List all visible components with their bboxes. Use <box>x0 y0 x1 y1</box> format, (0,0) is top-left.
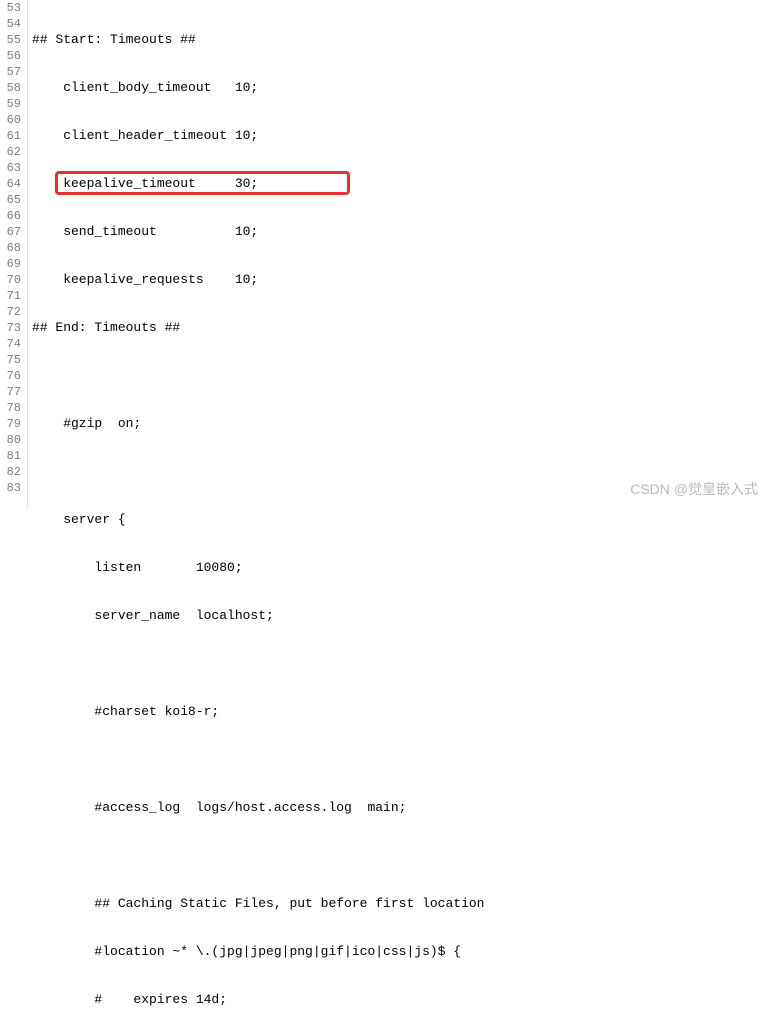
code-area[interactable]: ## Start: Timeouts ## client_body_timeou… <box>28 0 770 507</box>
line-number: 71 <box>0 288 21 304</box>
code-editor: 53 54 55 56 57 58 59 60 61 62 63 64 65 6… <box>0 0 770 507</box>
code-line <box>32 464 770 480</box>
line-number-gutter: 53 54 55 56 57 58 59 60 61 62 63 64 65 6… <box>0 0 28 507</box>
code-line: # expires 14d; <box>32 992 770 1008</box>
code-line: client_header_timeout 10; <box>32 128 770 144</box>
line-number: 70 <box>0 272 21 288</box>
line-number: 77 <box>0 384 21 400</box>
line-number: 74 <box>0 336 21 352</box>
code-line: listen 10080; <box>32 560 770 576</box>
code-line <box>32 848 770 864</box>
line-number: 83 <box>0 480 21 496</box>
line-number: 73 <box>0 320 21 336</box>
code-line: #gzip on; <box>32 416 770 432</box>
line-number: 58 <box>0 80 21 96</box>
line-number: 80 <box>0 432 21 448</box>
line-number: 72 <box>0 304 21 320</box>
line-number: 69 <box>0 256 21 272</box>
line-number: 67 <box>0 224 21 240</box>
code-line: send_timeout 10; <box>32 224 770 240</box>
line-number: 62 <box>0 144 21 160</box>
line-number: 56 <box>0 48 21 64</box>
code-line: keepalive_timeout 30; <box>32 176 770 192</box>
code-line: server { <box>32 512 770 528</box>
code-line: #charset koi8-r; <box>32 704 770 720</box>
code-line: keepalive_requests 10; <box>32 272 770 288</box>
line-number: 55 <box>0 32 21 48</box>
line-number: 76 <box>0 368 21 384</box>
line-number: 75 <box>0 352 21 368</box>
line-number: 82 <box>0 464 21 480</box>
code-line <box>32 656 770 672</box>
line-number: 54 <box>0 16 21 32</box>
line-number: 60 <box>0 112 21 128</box>
code-line: server_name localhost; <box>32 608 770 624</box>
code-line: #access_log logs/host.access.log main; <box>32 800 770 816</box>
line-number: 78 <box>0 400 21 416</box>
line-number: 65 <box>0 192 21 208</box>
code-line: client_body_timeout 10; <box>32 80 770 96</box>
line-number: 68 <box>0 240 21 256</box>
line-number: 79 <box>0 416 21 432</box>
line-number: 61 <box>0 128 21 144</box>
line-number: 59 <box>0 96 21 112</box>
code-line: ## Start: Timeouts ## <box>32 32 770 48</box>
line-number: 63 <box>0 160 21 176</box>
line-number: 64 <box>0 176 21 192</box>
line-number: 57 <box>0 64 21 80</box>
code-line: ## Caching Static Files, put before firs… <box>32 896 770 912</box>
code-line <box>32 368 770 384</box>
line-number: 53 <box>0 0 21 16</box>
line-number: 81 <box>0 448 21 464</box>
code-line: ## End: Timeouts ## <box>32 320 770 336</box>
code-line <box>32 752 770 768</box>
line-number: 66 <box>0 208 21 224</box>
code-line: #location ~* \.(jpg|jpeg|png|gif|ico|css… <box>32 944 770 960</box>
